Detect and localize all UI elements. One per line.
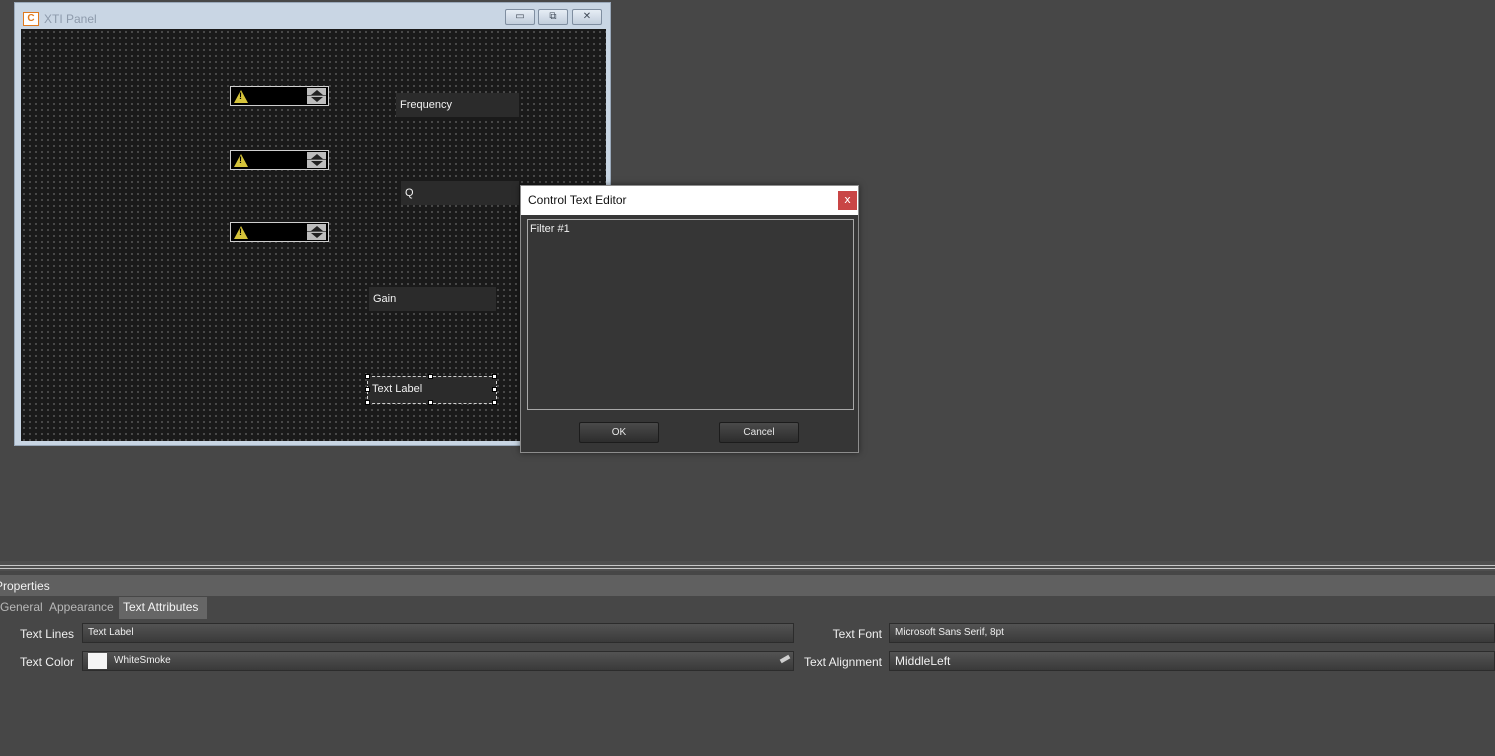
text-color-field[interactable]: WhiteSmoke	[82, 651, 794, 671]
dialog-close-button[interactable]: x	[838, 191, 857, 210]
dialog-title: Control Text Editor	[528, 193, 627, 207]
control-text-area[interactable]: Filter #1	[527, 219, 854, 410]
cancel-button[interactable]: Cancel	[719, 422, 799, 443]
design-canvas[interactable]: Frequency Q Gain Text Label	[21, 29, 606, 441]
properties-title: Properties	[0, 579, 50, 593]
spinner-arrows[interactable]	[307, 88, 326, 104]
minimize-button[interactable]: ▭	[505, 9, 535, 25]
tab-appearance[interactable]: Appearance	[45, 597, 118, 619]
arrow-down-icon[interactable]	[311, 161, 323, 166]
properties-tabs: General Appearance Text Attributes	[0, 597, 1495, 619]
text-lines-label: Text Lines	[19, 627, 74, 641]
color-picker-icon[interactable]	[779, 654, 791, 664]
resize-handle[interactable]	[365, 387, 370, 392]
numeric-spinner-q[interactable]	[230, 150, 329, 170]
resize-handle[interactable]	[365, 374, 370, 379]
text-lines-field[interactable]: Text Label	[82, 623, 794, 643]
tab-text-attributes[interactable]: Text Attributes	[119, 597, 207, 619]
resize-handle[interactable]	[492, 374, 497, 379]
app-icon: C	[23, 12, 39, 26]
dialog-titlebar[interactable]: Control Text Editor x	[521, 186, 858, 215]
spinner-arrows[interactable]	[307, 224, 326, 240]
resize-handle[interactable]	[492, 387, 497, 392]
numeric-spinner-gain[interactable]	[230, 222, 329, 242]
spinner-arrows[interactable]	[307, 152, 326, 168]
warning-icon	[234, 226, 248, 239]
restore-button[interactable]: ⧉	[538, 9, 568, 25]
close-button[interactable]: ✕	[572, 9, 602, 25]
arrow-down-icon[interactable]	[311, 97, 323, 102]
panel-splitter[interactable]	[0, 561, 1495, 571]
properties-header: Properties	[0, 575, 1495, 596]
text-alignment-field[interactable]: MiddleLeft	[889, 651, 1495, 671]
resize-handle[interactable]	[365, 400, 370, 405]
label-q[interactable]: Q	[401, 181, 519, 205]
text-color-value: WhiteSmoke	[114, 655, 171, 666]
text-alignment-label: Text Alignment	[803, 655, 882, 669]
numeric-spinner-frequency[interactable]	[230, 86, 329, 106]
resize-handle[interactable]	[428, 374, 433, 379]
warning-icon	[234, 90, 248, 103]
ok-button[interactable]: OK	[579, 422, 659, 443]
warning-icon	[234, 154, 248, 167]
tab-general[interactable]: General	[0, 597, 47, 619]
text-color-label: Text Color	[19, 655, 74, 669]
resize-handle[interactable]	[492, 400, 497, 405]
panel-titlebar[interactable]: C XTI Panel ▭ ⧉ ✕	[15, 3, 610, 29]
text-font-field[interactable]: Microsoft Sans Serif, 8pt	[889, 623, 1495, 643]
panel-title: XTI Panel	[44, 12, 97, 26]
text-font-label: Text Font	[832, 627, 882, 641]
label-gain[interactable]: Gain	[369, 287, 496, 311]
label-frequency[interactable]: Frequency	[396, 93, 519, 117]
control-text-editor-dialog: Control Text Editor x Filter #1 OK Cance…	[520, 185, 859, 453]
resize-handle[interactable]	[428, 400, 433, 405]
color-swatch	[88, 653, 107, 669]
arrow-down-icon[interactable]	[311, 233, 323, 238]
